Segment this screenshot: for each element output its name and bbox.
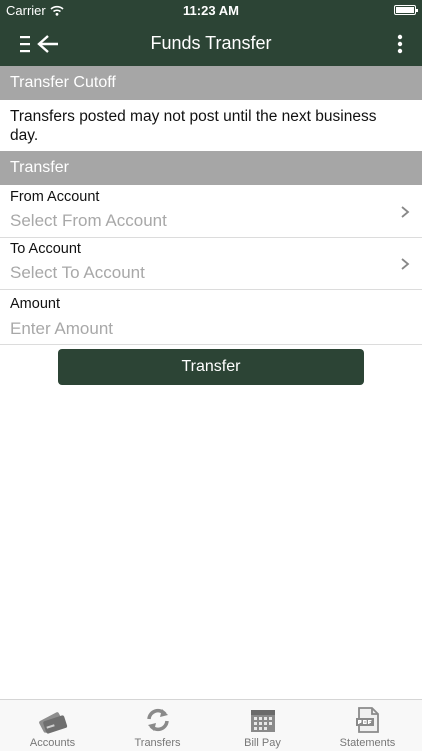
cutoff-message: Transfers posted may not post until the …: [10, 108, 377, 144]
tab-bill-pay[interactable]: Bill Pay: [210, 700, 315, 751]
to-account-label: To Account: [10, 241, 81, 257]
transfer-header-text: Transfer: [10, 159, 69, 176]
cards-icon: [39, 712, 68, 734]
to-account-placeholder: Select To Account: [10, 263, 145, 282]
to-account-selector[interactable]: To Account Select To Account: [0, 237, 422, 290]
tab-bill-pay-label: Bill Pay: [244, 737, 281, 749]
calendar-icon: [251, 710, 275, 732]
tab-accounts-label: Accounts: [29, 737, 76, 749]
page-title: Funds Transfer: [150, 33, 272, 53]
more-vertical-icon: [397, 34, 403, 54]
cutoff-section-header: Transfer Cutoff: [0, 66, 422, 100]
more-options-button[interactable]: [392, 33, 408, 55]
tab-accounts[interactable]: Accounts: [0, 700, 105, 751]
transfer-section-header: Transfer: [0, 151, 422, 185]
tab-statements-label: Statements: [339, 737, 396, 749]
from-account-selector[interactable]: From Account Select From Account: [0, 185, 422, 238]
status-bar: Carrier 11:23 AM: [0, 0, 422, 22]
chevron-right-icon: [401, 258, 410, 270]
from-account-label: From Account: [10, 189, 100, 205]
pdf-icon: [356, 707, 379, 733]
tab-transfers-label: Transfers: [134, 737, 181, 749]
amount-label: Amount: [10, 296, 60, 312]
refresh-icon: [147, 708, 169, 732]
from-account-placeholder: Select From Account: [10, 211, 167, 230]
amount-field[interactable]: Amount Enter Amount: [0, 290, 422, 345]
battery-icon: [394, 5, 418, 15]
tab-bar: Accounts Transfers Bill Pay Statements: [0, 699, 422, 751]
transfer-button[interactable]: Transfer: [58, 349, 364, 385]
amount-placeholder: Enter Amount: [10, 319, 114, 338]
status-time: 11:23 AM: [183, 3, 239, 18]
chevron-right-icon: [401, 206, 410, 218]
tab-transfers[interactable]: Transfers: [105, 700, 210, 751]
nav-bar: Funds Transfer: [0, 22, 422, 66]
tab-statements[interactable]: Statements: [315, 700, 420, 751]
cutoff-header-text: Transfer Cutoff: [10, 74, 116, 91]
